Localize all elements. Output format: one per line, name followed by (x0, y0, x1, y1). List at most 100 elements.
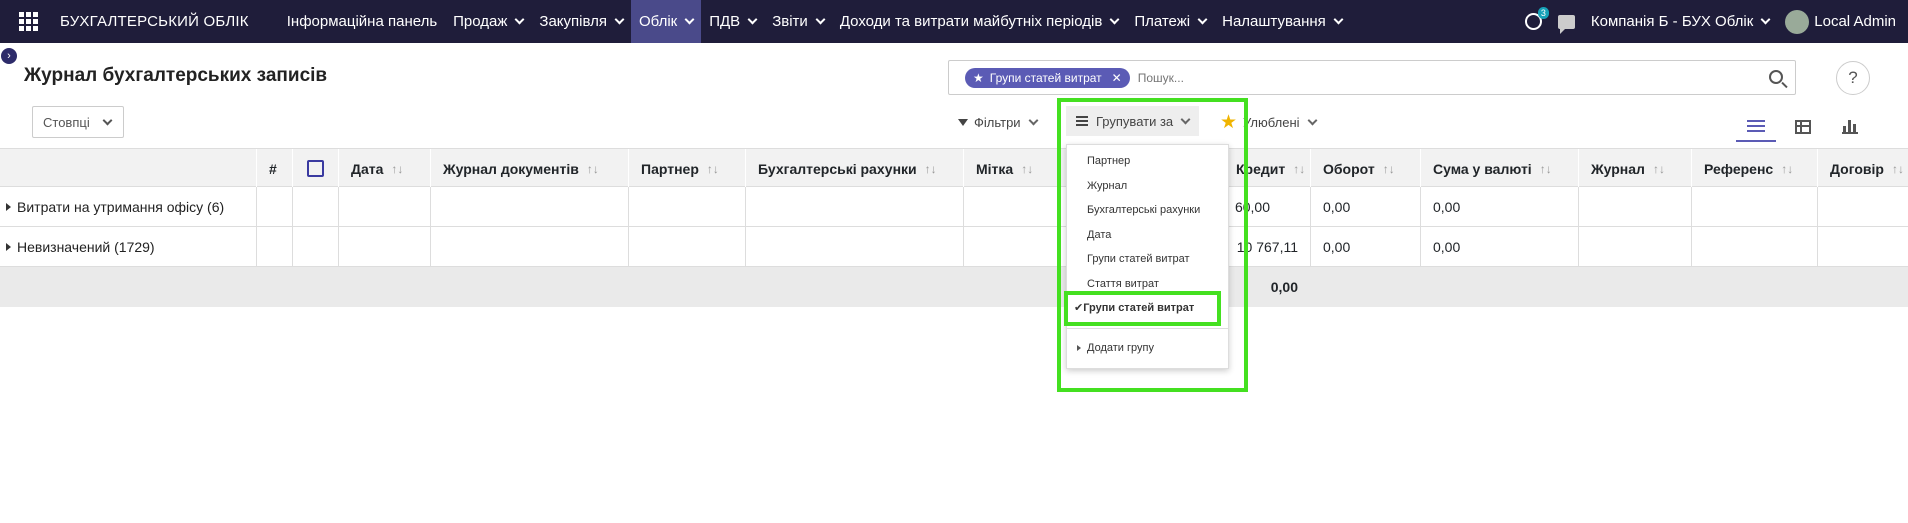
sort-icon: ↑↓ (391, 161, 404, 176)
list-view-button[interactable] (1736, 112, 1776, 142)
menu-sales[interactable]: Продаж (445, 0, 531, 43)
list-icon (1747, 120, 1765, 132)
table-cell (256, 227, 292, 267)
main-menu: Інформаційна панель Продаж Закупівля Обл… (279, 0, 1350, 43)
menu-purchase[interactable]: Закупівля (531, 0, 631, 43)
table-cell (1817, 187, 1908, 227)
col-header-date[interactable]: Дата ↑↓ (338, 149, 430, 188)
sort-icon: ↑↓ (1781, 161, 1794, 176)
group-label[interactable]: Невизначений (1729) (6, 227, 155, 267)
group-name: Витрати на утримання офісу (6) (17, 199, 225, 215)
messages-icon[interactable] (1557, 14, 1575, 34)
menu-dashboard[interactable]: Інформаційна панель (279, 0, 445, 43)
systray: 3 Компанія Б - БУХ Облік Local Admin (1524, 0, 1896, 43)
activity-badge: 3 (1537, 7, 1549, 19)
col-header-contract[interactable]: Договір ↑↓ (1817, 149, 1908, 188)
menu-label: Налаштування (1222, 13, 1326, 30)
menu-deferred[interactable]: Доходи та витрати майбутніх періодів (832, 0, 1127, 43)
graph-view-button[interactable] (1830, 112, 1870, 142)
chevron-down-icon (1109, 14, 1120, 25)
filters-toggle[interactable]: Фільтри (958, 110, 1039, 134)
menu-label: Платежі (1134, 13, 1191, 30)
avatar (1785, 9, 1810, 34)
table-cell (338, 187, 430, 227)
menu-label: Продаж (453, 13, 508, 30)
company-switcher[interactable]: Компанія Б - БУХ Облік (1591, 13, 1771, 30)
table-cell (628, 187, 745, 227)
header-label: Бухгалтерські рахунки (758, 160, 917, 177)
chevron-down-icon (1333, 14, 1344, 25)
menu-settings[interactable]: Налаштування (1214, 0, 1350, 43)
user-menu[interactable]: Local Admin (1785, 9, 1896, 34)
table-cell (430, 187, 628, 227)
search-facet[interactable]: ★ Групи статей витрат ✕ (965, 67, 1130, 88)
table-cell (1817, 227, 1908, 267)
menu-vat[interactable]: ПДВ (701, 0, 764, 43)
chevron-down-icon (1028, 115, 1039, 125)
sidebar-toggle-icon[interactable]: › (1, 48, 17, 64)
col-header-journal[interactable]: Журнал ↑↓ (1578, 149, 1691, 188)
help-button[interactable]: ? (1836, 61, 1870, 95)
table-group-row[interactable]: Витрати на утримання офісу (6) 60,00 0,0… (0, 187, 1908, 227)
table-cell (963, 187, 1063, 227)
header-label: Журнал документів (443, 160, 579, 177)
currency-amount-cell: 0,00 (1420, 187, 1578, 227)
menu-payments[interactable]: Платежі (1126, 0, 1214, 43)
menu-label: Звіти (772, 13, 808, 30)
col-header-move[interactable]: Журнал документів ↑↓ (430, 149, 628, 188)
sort-icon: ↑↓ (1021, 161, 1034, 176)
checkbox[interactable] (307, 160, 324, 177)
col-header-account[interactable]: Бухгалтерські рахунки ↑↓ (745, 149, 963, 188)
sort-icon: ↑↓ (706, 161, 719, 176)
group-name: Невизначений (1729) (17, 239, 155, 255)
col-header-currency-amount[interactable]: Сума у валюті ↑↓ (1420, 149, 1578, 188)
user-name: Local Admin (1814, 13, 1896, 30)
pivot-view-button[interactable] (1783, 112, 1823, 142)
search-icon[interactable] (1769, 70, 1783, 84)
chevron-down-icon (815, 14, 826, 25)
col-header-sequence: # (256, 149, 292, 188)
header-label: Журнал (1591, 160, 1645, 177)
favorites-label: Улюблені (1243, 114, 1300, 130)
menu-label: Доходи та витрати майбутніх періодів (839, 13, 1103, 30)
caret-right-icon (6, 243, 11, 251)
table-cell (1691, 227, 1817, 267)
table-group-row[interactable]: Невизначений (1729) 10 767,11 0,00 0,00 (0, 227, 1908, 267)
apps-menu-icon[interactable] (8, 0, 48, 43)
activity-clock-icon[interactable]: 3 (1524, 7, 1549, 30)
menu-accounting[interactable]: Облік (631, 0, 702, 43)
currency-amount-cell: 0,00 (1420, 227, 1578, 267)
columns-label: Стовпці (43, 114, 90, 130)
table-cell (1578, 187, 1691, 227)
filters-label: Фільтри (974, 114, 1021, 130)
header-label: # (269, 160, 277, 177)
highlight-box (1064, 291, 1221, 326)
table-cell (256, 187, 292, 227)
sort-icon: ↑↓ (1891, 161, 1904, 176)
table-cell (1691, 187, 1817, 227)
columns-button[interactable]: Стовпці (32, 106, 124, 138)
col-header-label[interactable]: Мітка ↑↓ (963, 149, 1063, 188)
header-label: Дата (351, 160, 384, 177)
header-label: Мітка (976, 160, 1014, 177)
col-header-partner[interactable]: Партнер ↑↓ (628, 149, 745, 188)
caret-right-icon (6, 203, 11, 211)
turnover-cell: 0,00 (1310, 227, 1420, 267)
menu-label: Закупівля (539, 13, 607, 30)
menu-reports[interactable]: Звіти (764, 0, 832, 43)
turnover-cell: 0,00 (1310, 187, 1420, 227)
top-navbar: БУХГАЛТЕРСЬКИЙ ОБЛІК Інформаційна панель… (0, 0, 1908, 43)
select-all-checkbox[interactable] (292, 149, 338, 188)
highlight-box (1057, 98, 1248, 392)
table-cell (338, 227, 430, 267)
app-brand[interactable]: БУХГАЛТЕРСЬКИЙ ОБЛІК (60, 13, 249, 30)
table-cell (963, 227, 1063, 267)
group-label[interactable]: Витрати на утримання офісу (6) (6, 187, 224, 227)
page-title: Журнал бухгалтерських записів (24, 65, 328, 86)
search-input[interactable] (1137, 70, 1738, 85)
table-header: # Дата ↑↓ Журнал документів ↑↓ Партнер ↑↓ Б… (0, 148, 1908, 188)
close-icon[interactable]: ✕ (1112, 71, 1122, 85)
col-header-ref[interactable]: Референс ↑↓ (1691, 149, 1817, 188)
chevron-down-icon (1760, 14, 1771, 25)
col-header-turnover[interactable]: Оборот ↑↓ (1310, 149, 1420, 188)
